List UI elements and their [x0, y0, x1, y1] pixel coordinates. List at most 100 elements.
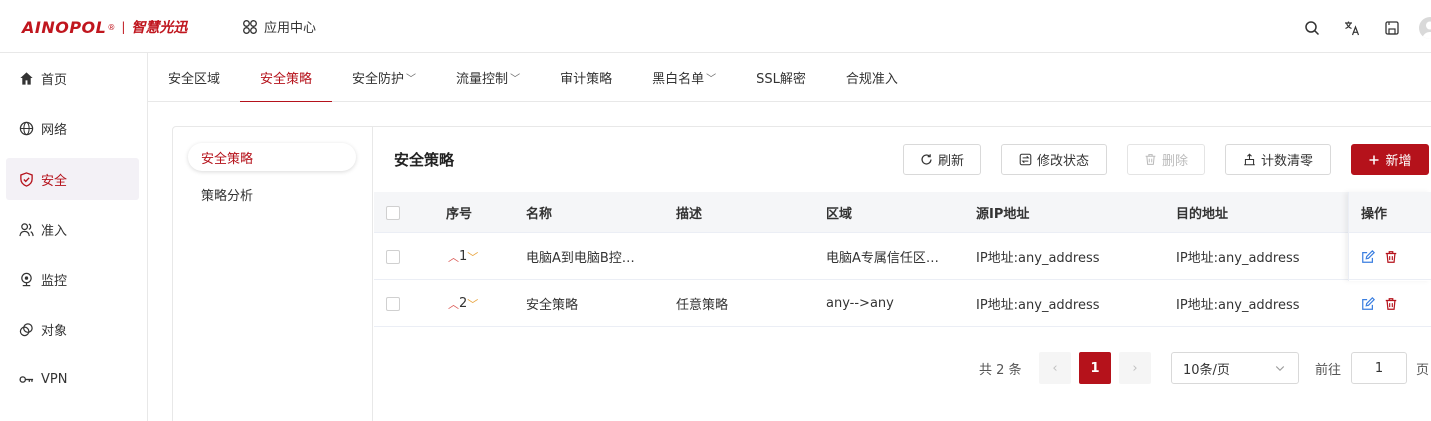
sidebar-item-home[interactable]: 首页: [6, 57, 139, 99]
pagination-total: 共 2 条: [979, 363, 1022, 378]
page-title: 安全策略: [394, 151, 455, 169]
logo-text: AINOPOL: [22, 17, 107, 37]
sidebar-item-object[interactable]: 对象: [6, 308, 139, 350]
chevron-right-icon: ›: [1132, 360, 1138, 376]
header-zone[interactable]: 区域: [826, 192, 852, 233]
row-src-ip: IP地址:any_address: [976, 251, 1100, 266]
select-all-checkbox[interactable]: [386, 192, 400, 233]
header-src-ip[interactable]: 源IP地址: [976, 192, 1029, 233]
row-dst-ip: IP地址:any_address: [1176, 298, 1300, 313]
object-icon: [19, 322, 33, 336]
trash-icon: [1145, 154, 1156, 165]
next-page-button[interactable]: ›: [1119, 352, 1151, 384]
page-size-value: 10条/页: [1183, 362, 1230, 378]
sidebar-item-vpn[interactable]: VPN: [6, 358, 139, 400]
plus-icon: [1369, 155, 1379, 164]
chevron-left-icon: ‹: [1052, 360, 1058, 376]
tab-security-zone[interactable]: 安全区域: [148, 53, 240, 102]
sidebar-item-label: 首页: [41, 72, 68, 88]
chevron-down-icon: ﹀: [510, 73, 521, 85]
row-seq: ︿ 2 ﹀: [448, 280, 478, 327]
move-up-icon[interactable]: ︿: [448, 249, 459, 265]
add-label: 新增: [1385, 154, 1412, 169]
row-zone: any-->any: [826, 296, 894, 311]
goto-label: 前往: [1315, 363, 1342, 378]
delete-row-icon[interactable]: [1384, 297, 1398, 311]
logo-cn-text: 智慧光迅: [131, 20, 188, 36]
sidebar-item-network[interactable]: 网络: [6, 107, 139, 149]
save-icon: [1385, 21, 1399, 35]
monitor-icon: [21, 272, 32, 286]
table-row: ︿ 1 ﹀ 电脑A到电脑B控… 电脑A专属信任区… IP地址:any_address…: [374, 233, 1431, 280]
tab-security-policy[interactable]: 安全策略: [240, 53, 333, 103]
row-dst-ip: IP地址:any_address: [1176, 251, 1300, 266]
modify-status-button[interactable]: 修改状态: [1001, 144, 1107, 175]
users-icon: [19, 222, 34, 236]
clear-count-button[interactable]: 计数清零: [1225, 144, 1331, 175]
tab-ssl-decrypt[interactable]: SSL解密: [736, 53, 826, 102]
tab-label: 合规准入: [845, 71, 898, 87]
row-name: 电脑A到电脑B控…: [526, 251, 635, 266]
brand-logo[interactable]: AINOPOL ® | 智慧光迅: [22, 17, 187, 37]
chevron-down-icon: ﹀: [706, 73, 717, 85]
sidebar-item-label: 网络: [41, 122, 68, 138]
clear-count-label: 计数清零: [1260, 154, 1313, 169]
delete-button[interactable]: 删除: [1127, 144, 1205, 175]
user-avatar[interactable]: [1419, 17, 1431, 39]
key-icon: [19, 375, 34, 383]
header-name[interactable]: 名称: [526, 192, 552, 233]
move-down-icon[interactable]: ﹀: [467, 249, 478, 265]
page-suffix-label: 页: [1416, 363, 1430, 378]
row-checkbox[interactable]: [386, 280, 400, 327]
row-checkbox[interactable]: [386, 233, 400, 280]
globe-icon: [19, 121, 34, 135]
app-center-button[interactable]: 应用中心: [242, 17, 316, 36]
chevron-down-icon: ﹀: [406, 73, 417, 85]
fixed-ops-column: [1348, 192, 1431, 281]
edit-icon[interactable]: [1361, 296, 1375, 311]
language-button[interactable]: [1343, 19, 1361, 37]
tab-black-white-list[interactable]: 黑白名单 ﹀: [632, 53, 736, 102]
page-number-button[interactable]: 1: [1079, 352, 1111, 384]
sidebar-item-security[interactable]: 安全: [6, 158, 139, 200]
refresh-button[interactable]: 刷新: [903, 144, 981, 175]
tab-label: 审计策略: [560, 71, 613, 87]
add-button[interactable]: 新增: [1351, 144, 1429, 175]
row-zone: 电脑A专属信任区…: [826, 251, 939, 266]
user-icon: [1422, 21, 1431, 39]
header-desc[interactable]: 描述: [676, 192, 702, 233]
subnav-label: 安全策略: [201, 151, 254, 167]
refresh-icon: [921, 154, 932, 165]
tab-traffic-control[interactable]: 流量控制 ﹀: [436, 53, 540, 102]
shield-icon: [20, 171, 33, 187]
apps-grid-icon: [243, 19, 257, 34]
tab-compliance-access[interactable]: 合规准入: [826, 53, 918, 102]
tab-audit-policy[interactable]: 审计策略: [540, 53, 632, 102]
page-size-select[interactable]: 10条/页: [1171, 352, 1299, 384]
sidebar-item-label: VPN: [41, 371, 68, 387]
policy-subnav: 安全策略 策略分析: [172, 126, 373, 421]
header-seq[interactable]: 序号: [446, 192, 472, 233]
home-icon: [20, 71, 33, 85]
clear-count-icon: [1244, 153, 1255, 166]
sidebar-item-monitor[interactable]: 监控: [6, 258, 139, 300]
chevron-down-icon: [1275, 366, 1285, 372]
header-dst-ip[interactable]: 目的地址: [1176, 192, 1228, 233]
save-button[interactable]: [1383, 19, 1401, 37]
move-down-icon[interactable]: ﹀: [467, 296, 478, 312]
move-up-icon[interactable]: ︿: [448, 296, 459, 312]
sidebar-item-label: 准入: [41, 223, 68, 239]
subnav-policy-analysis[interactable]: 策略分析: [188, 180, 356, 208]
refresh-label: 刷新: [937, 154, 964, 169]
toggle-status-icon: [1019, 153, 1032, 166]
search-button[interactable]: [1303, 19, 1321, 37]
sidebar-item-label: 监控: [41, 273, 68, 289]
tab-label: 黑白名单: [652, 71, 705, 87]
goto-page-input[interactable]: 1: [1351, 352, 1407, 384]
modify-status-label: 修改状态: [1036, 154, 1089, 169]
tab-security-protection[interactable]: 安全防护 ﹀: [332, 53, 436, 102]
table-row: ︿ 2 ﹀ 安全策略 任意策略 any-->any IP地址:any_address…: [374, 280, 1431, 327]
subnav-security-policy[interactable]: 安全策略: [188, 143, 356, 171]
prev-page-button[interactable]: ‹: [1039, 352, 1071, 384]
sidebar-item-access[interactable]: 准入: [6, 208, 139, 250]
